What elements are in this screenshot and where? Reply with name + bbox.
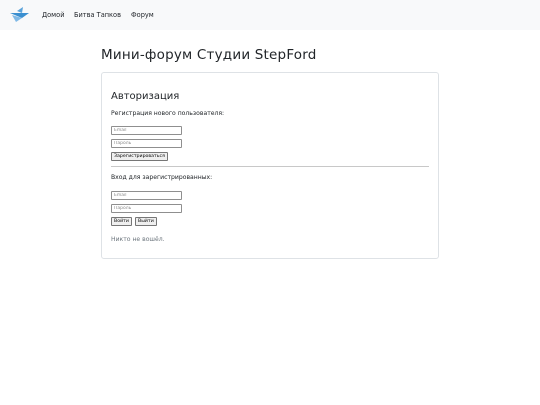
register-label: Регистрация нового пользователя: — [111, 110, 225, 117]
navbar: Домой Битва Тапков Форум — [0, 0, 540, 30]
login-email-input[interactable] — [111, 191, 182, 200]
auth-status: Никто не вошёл. — [111, 236, 165, 243]
register-password-input[interactable] — [111, 139, 182, 148]
nav-link-home[interactable]: Домой — [42, 11, 64, 19]
register-email-input[interactable] — [111, 126, 182, 135]
bird-logo-icon[interactable] — [9, 5, 30, 25]
auth-card: Авторизация Регистрация нового пользоват… — [101, 72, 439, 259]
register-button[interactable]: Зарегистрироваться — [111, 152, 168, 161]
login-label: Вход для зарегистрированных: — [111, 174, 213, 181]
login-password-input[interactable] — [111, 204, 182, 213]
nav-link-forum[interactable]: Форум — [131, 11, 154, 19]
section-divider — [111, 166, 429, 167]
logout-button[interactable]: Выйти — [135, 217, 157, 226]
page-title: Мини-форум Студии StepFord — [101, 47, 317, 63]
auth-title: Авторизация — [111, 91, 180, 102]
nav-link-slipper-battle[interactable]: Битва Тапков — [74, 11, 121, 19]
login-button[interactable]: Войти — [111, 217, 132, 226]
